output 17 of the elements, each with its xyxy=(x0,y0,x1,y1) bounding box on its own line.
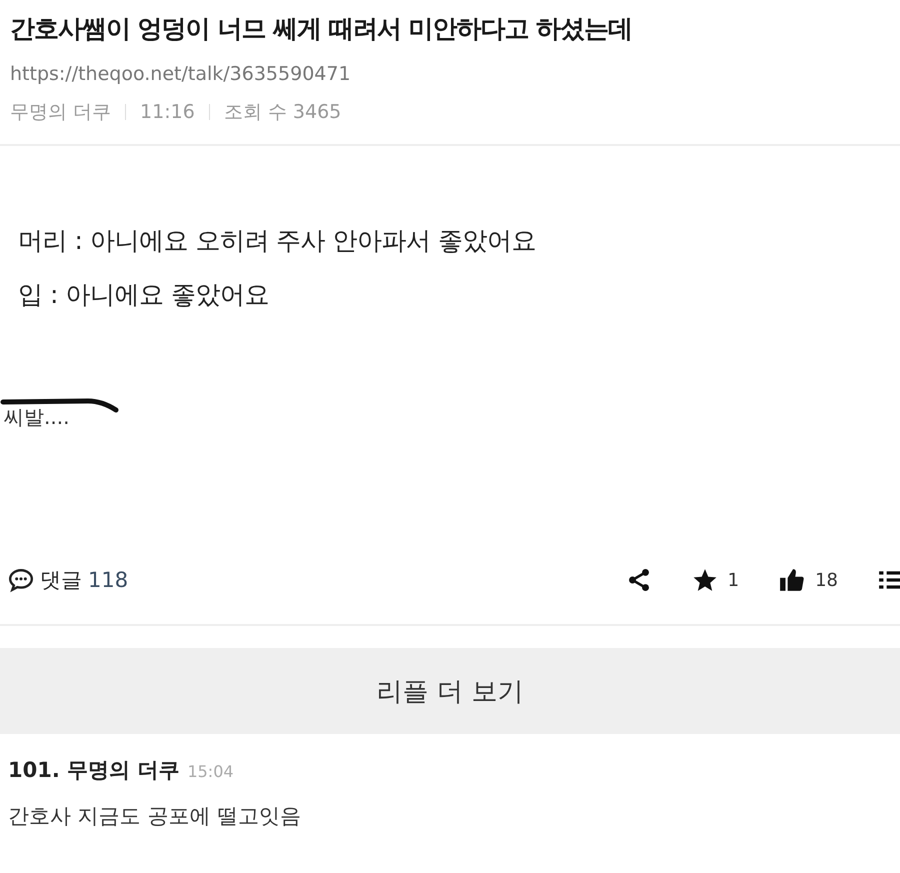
view-count: 조회 수 3465 xyxy=(224,100,342,125)
body-text: 입 : 아니에요 좋았어요 xyxy=(18,279,270,311)
post-title: 간호사쌤이 엉덩이 너므 쎄게 때려서 미안하다고 하셨는데 xyxy=(10,13,634,45)
post-time: 11:16 xyxy=(140,101,195,123)
post-link[interactable]: https://theqoo.net/talk/3635590471 xyxy=(10,63,351,85)
star-icon xyxy=(692,567,718,593)
star-button[interactable]: 1 xyxy=(692,567,740,593)
body-text: 머리 : 아니에요 오히려 주사 안아파서 좋았어요 xyxy=(18,225,538,257)
comments-link[interactable]: 댓글 118 xyxy=(8,566,128,594)
thumbs-up-icon xyxy=(779,567,806,593)
comment-author: 101. 무명의 더쿠 xyxy=(8,757,180,784)
comment-time: 15:04 xyxy=(187,762,234,781)
comment-text: 간호사 지금도 공포에 떨고잇음 xyxy=(8,803,302,830)
author-name: 무명의 더쿠 xyxy=(10,100,112,125)
scribbled-text: 씨발.... xyxy=(3,404,70,431)
like-button[interactable]: 18 xyxy=(779,567,838,593)
speech-bubble-icon xyxy=(8,567,34,593)
